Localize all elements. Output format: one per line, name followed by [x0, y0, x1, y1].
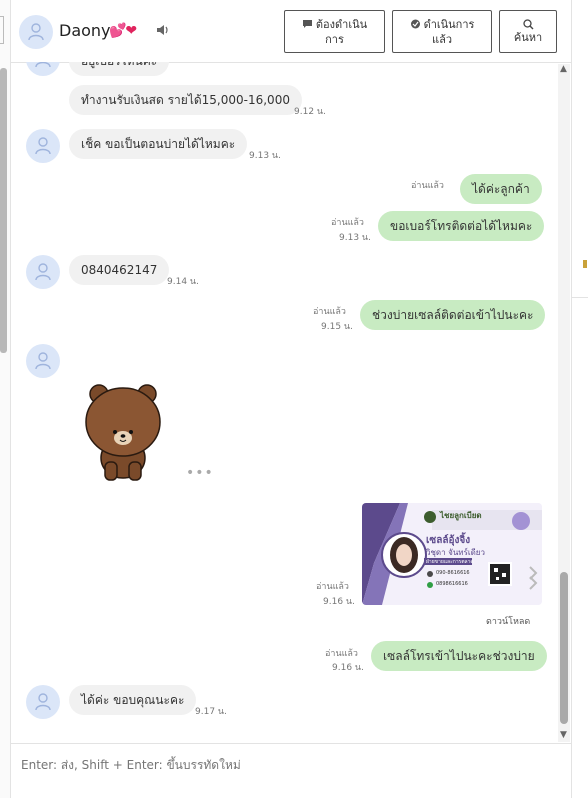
message-bubble-incoming[interactable]: ได้ค่ะ ขอบคุณนะคะ — [69, 685, 197, 715]
user-icon — [35, 352, 51, 370]
right-panel-divider — [571, 297, 588, 298]
left-panel-control[interactable] — [0, 16, 4, 44]
chat-panel: Daony 💕❤ ต้องดำเนิน การ ดำเนินการ แล้ว ค… — [10, 0, 572, 799]
card-phone-2: 0898616616 — [436, 581, 468, 587]
scroll-down-arrow-icon[interactable]: ▼ — [560, 730, 567, 740]
right-panel-edge-mark — [583, 260, 587, 268]
read-receipt: อ่านแล้ว — [313, 307, 346, 317]
user-icon — [35, 137, 51, 155]
message-time: 9.17 น. — [195, 707, 227, 717]
message-time: 9.15 น. — [321, 322, 353, 332]
read-receipt: อ่านแล้ว — [331, 218, 364, 228]
more-options-icon[interactable]: ••• — [186, 465, 214, 481]
message-bubble-incoming[interactable]: อยู่เบอร์ไหนคะ — [69, 62, 170, 76]
contact-avatar-small — [26, 129, 60, 163]
message-time: 9.13 น. — [339, 233, 371, 243]
brown-bear-sticker[interactable] — [83, 378, 165, 482]
message-bubble-incoming[interactable]: ทำงานรับเงินสด รายได้15,000-16,000 — [69, 85, 302, 115]
read-receipt: อ่านแล้ว — [316, 582, 349, 592]
scroll-up-arrow-icon[interactable]: ▲ — [560, 64, 567, 74]
message-bubble-outgoing[interactable]: เซลล์โทรเข้าไปนะคะช่วงบ่าย — [371, 641, 547, 671]
message-bubble-incoming[interactable]: เช็ค ขอเป็นตอนบ่ายได้ไหมคะ — [69, 129, 248, 159]
message-bubble-outgoing[interactable]: ช่วงบ่ายเซลล์ติดต่อเข้าไปนะคะ — [360, 300, 546, 330]
image-message-card[interactable]: ไชยลูกเบียด เซลล์อุ้งจิ้ง วิชุดา จันทร์เ… — [362, 503, 542, 605]
read-receipt: อ่านแล้ว — [411, 181, 444, 191]
contact-avatar-small — [26, 685, 60, 719]
message-time: 9.16 น. — [332, 663, 364, 673]
message-bubble-outgoing[interactable]: ขอเบอร์โทรติดต่อได้ไหมคะ — [378, 211, 545, 241]
card-phone-1: 090-8616616 — [436, 570, 470, 576]
message-list: อยู่เบอร์ไหนคะ ทำงานรับเงินสด รายได้15,0… — [11, 0, 571, 742]
message-input[interactable] — [19, 754, 563, 776]
card-tag: ฝ่ายขายและการตลาด — [426, 559, 474, 565]
message-time: 9.12 น. — [294, 107, 326, 117]
chat-scrollbar-thumb[interactable] — [560, 572, 568, 724]
message-time: 9.14 น. — [167, 277, 199, 287]
download-link[interactable]: ดาวน์โหลด — [486, 614, 530, 628]
user-icon — [35, 263, 51, 281]
contact-avatar-small — [26, 344, 60, 378]
card-brand: ไชยลูกเบียด — [440, 511, 482, 520]
message-time: 9.16 น. — [323, 597, 355, 607]
contact-avatar-small — [26, 255, 60, 289]
user-icon — [35, 62, 51, 68]
read-receipt: อ่านแล้ว — [325, 649, 358, 659]
message-time: 9.13 น. — [249, 151, 281, 161]
message-bubble-incoming[interactable]: 0840462147 — [69, 255, 170, 285]
message-composer — [11, 743, 571, 799]
message-bubble-outgoing[interactable]: ได้ค่ะลูกค้า — [460, 174, 542, 204]
left-panel-scrollbar[interactable] — [0, 68, 7, 353]
contact-avatar-small — [26, 62, 60, 76]
user-icon — [35, 693, 51, 711]
